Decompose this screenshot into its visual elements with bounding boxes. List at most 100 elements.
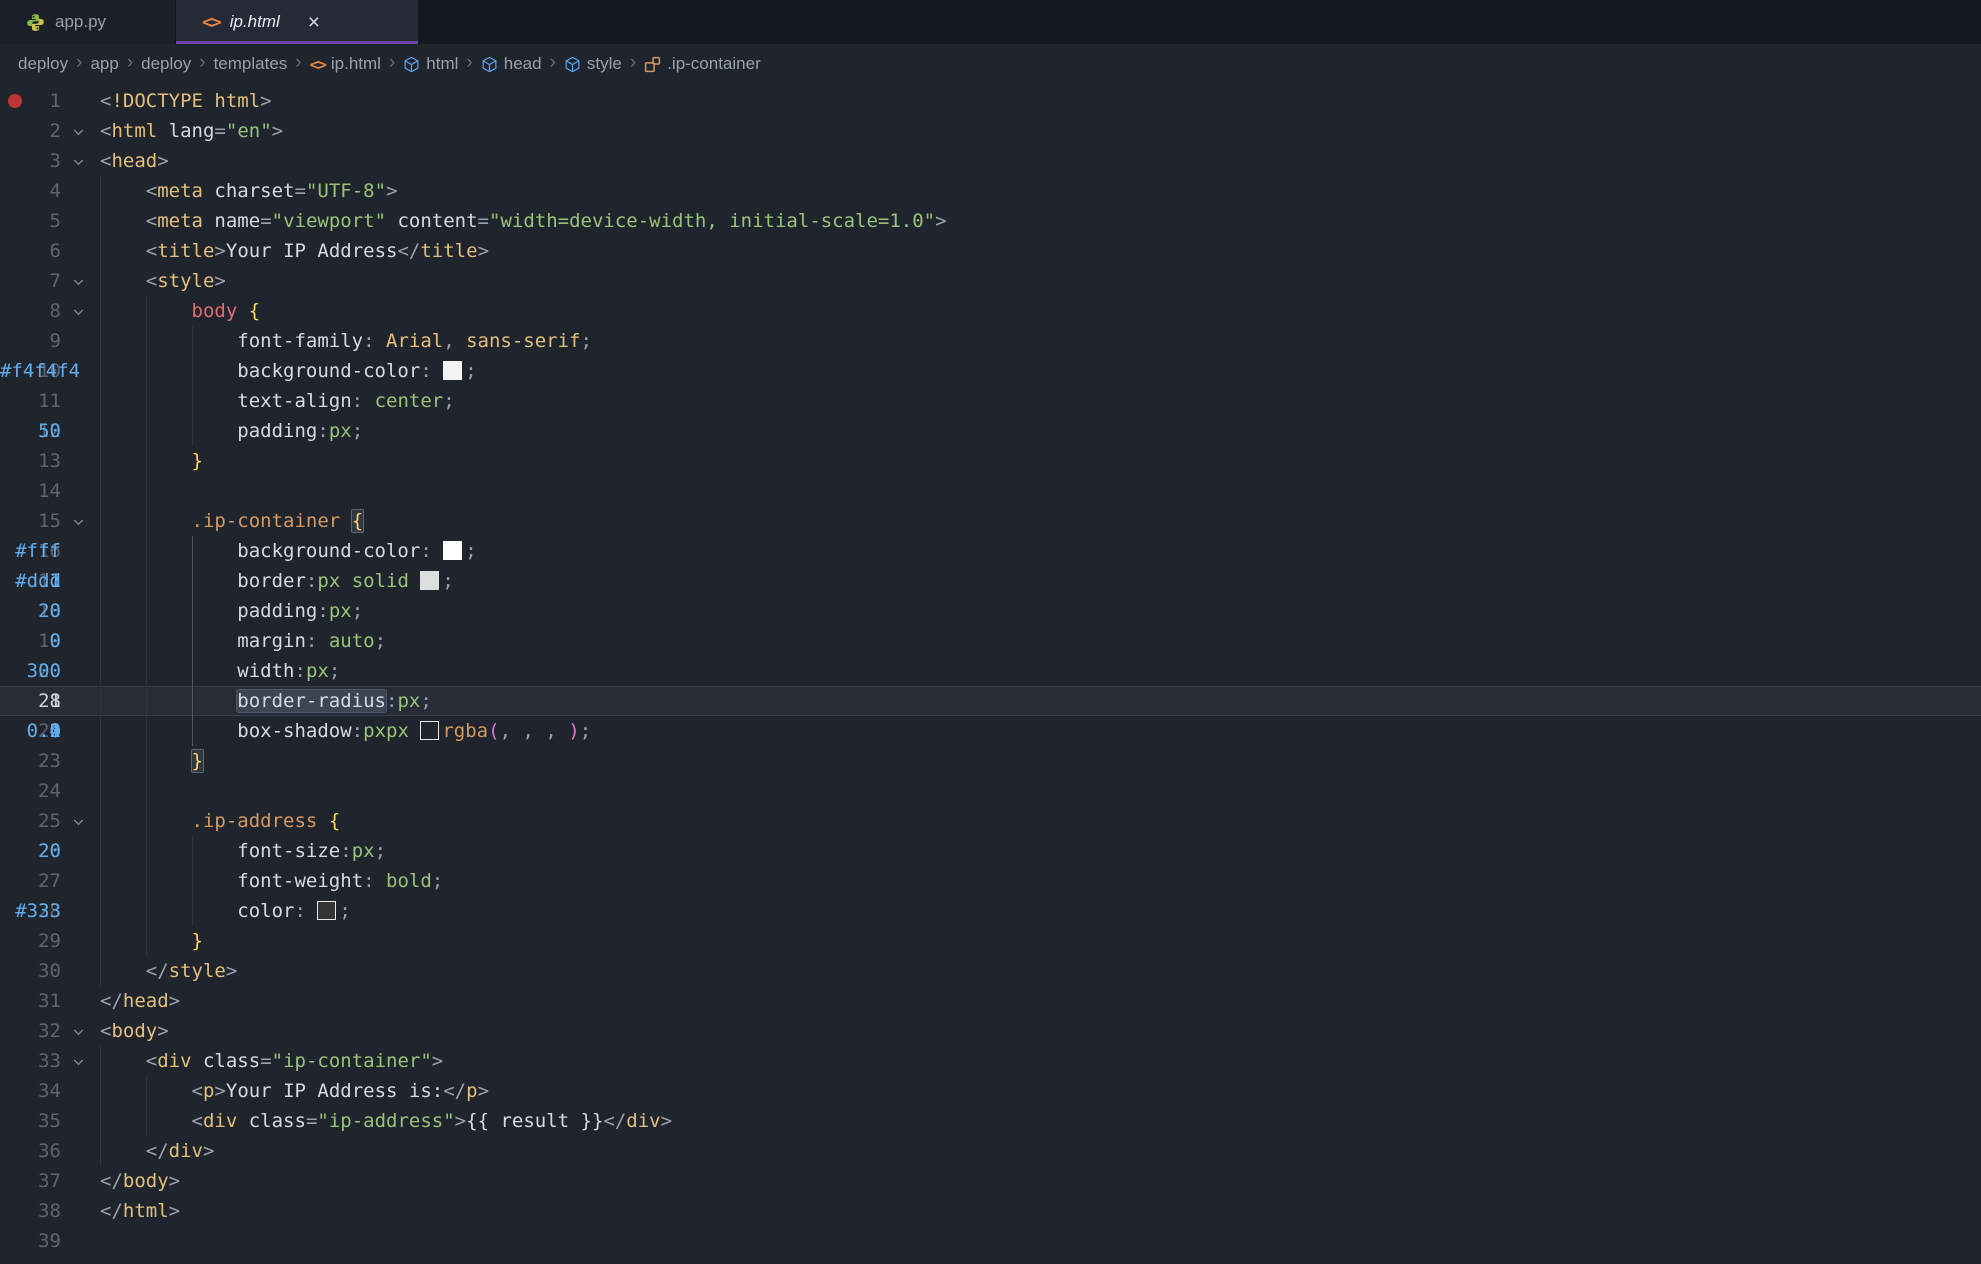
line-number[interactable]: 13 (0, 446, 61, 476)
breadcrumb-item-ip.html[interactable]: <>ip.html (308, 54, 383, 74)
line-number[interactable]: 4 (0, 176, 61, 206)
tab-app-py[interactable]: app.py (0, 0, 176, 44)
line-number[interactable]: 25 (0, 806, 61, 836)
line-number[interactable]: 29 (0, 926, 61, 956)
indent-guide (100, 1136, 101, 1166)
breadcrumb-item-style[interactable]: style (562, 54, 624, 74)
code-line-24[interactable]: 24 (0, 776, 1981, 806)
line-number[interactable]: 15 (0, 506, 61, 536)
code-line-35[interactable]: 35 <div class="ip-address">{{ result }}<… (0, 1106, 1981, 1136)
code-line-13[interactable]: 13 } (0, 446, 1981, 476)
code-line-7[interactable]: 7 <style> (0, 266, 1981, 296)
code-line-33[interactable]: 33 <div class="ip-container"> (0, 1046, 1981, 1076)
code-line-23[interactable]: 23 } (0, 746, 1981, 776)
fold-chevron-icon[interactable] (74, 156, 84, 166)
code-line-36[interactable]: 36 </div> (0, 1136, 1981, 1166)
indent-guide (146, 1106, 147, 1136)
breadcrumb-item-head[interactable]: head (479, 54, 544, 74)
code-line-22[interactable]: 22 box-shadow: 0 2px 4px rgba(0, 0, 0, 0… (0, 716, 1981, 746)
code-line-1[interactable]: 1<!DOCTYPE html> (0, 86, 1981, 116)
code-line-12[interactable]: 12 padding: 50px; (0, 416, 1981, 446)
line-number[interactable]: 9 (0, 326, 61, 356)
line-number[interactable]: 32 (0, 1016, 61, 1046)
code-line-8[interactable]: 8 body { (0, 296, 1981, 326)
color-swatch[interactable] (443, 361, 462, 380)
line-number[interactable]: 30 (0, 956, 61, 986)
fold-chevron-icon[interactable] (74, 276, 84, 286)
code-line-10[interactable]: 10 background-color: #f4f4f4; (0, 356, 1981, 386)
code-token: div (169, 1140, 203, 1162)
code-line-4[interactable]: 4 <meta charset="UTF-8"> (0, 176, 1981, 206)
breadcrumb-item-deploy[interactable]: deploy (139, 54, 193, 74)
code-line-25[interactable]: 25 .ip-address { (0, 806, 1981, 836)
line-number[interactable]: 2 (0, 116, 61, 146)
line-number[interactable]: 38 (0, 1196, 61, 1226)
fold-chevron-icon[interactable] (74, 516, 84, 526)
breadcrumb-item-deploy[interactable]: deploy (16, 54, 70, 74)
code-line-26[interactable]: 26 font-size: 20px; (0, 836, 1981, 866)
line-number[interactable]: 34 (0, 1076, 61, 1106)
code-line-9[interactable]: 9 font-family: Arial, sans-serif; (0, 326, 1981, 356)
code-token: > (260, 90, 271, 112)
color-swatch[interactable] (317, 901, 336, 920)
fold-chevron-icon[interactable] (74, 1026, 84, 1036)
code-line-3[interactable]: 3<head> (0, 146, 1981, 176)
breadcrumb-item-templates[interactable]: templates (212, 54, 290, 74)
line-number[interactable]: 37 (0, 1166, 61, 1196)
line-number[interactable]: 24 (0, 776, 61, 806)
line-number[interactable]: 35 (0, 1106, 61, 1136)
breadcrumb-item-ip-container[interactable]: .ip-container (642, 54, 763, 74)
color-swatch[interactable] (420, 571, 439, 590)
fold-chevron-icon[interactable] (74, 1056, 84, 1066)
code-line-11[interactable]: 11 text-align: center; (0, 386, 1981, 416)
line-number[interactable]: 23 (0, 746, 61, 776)
line-number[interactable]: 11 (0, 386, 61, 416)
code-line-19[interactable]: 19 margin: 0 auto; (0, 626, 1981, 656)
code-line-21[interactable]: 21 border-radius: 8px; (0, 686, 1981, 716)
line-number[interactable]: 31 (0, 986, 61, 1016)
code-line-28[interactable]: 28 color: #333; (0, 896, 1981, 926)
line-number[interactable]: 8 (0, 296, 61, 326)
code-line-20[interactable]: 20 width: 300px; (0, 656, 1981, 686)
breadcrumb-item-html[interactable]: html (401, 54, 460, 74)
fold-chevron-icon[interactable] (74, 816, 84, 826)
code-line-39[interactable]: 39 (0, 1226, 1981, 1256)
code-line-34[interactable]: 34 <p>Your IP Address is:</p> (0, 1076, 1981, 1106)
close-tab-icon[interactable]: × (308, 12, 320, 33)
code-line-14[interactable]: 14 (0, 476, 1981, 506)
line-number[interactable]: 6 (0, 236, 61, 266)
line-number[interactable]: 33 (0, 1046, 61, 1076)
line-number[interactable]: 36 (0, 1136, 61, 1166)
tab-ip-html[interactable]: <> ip.html × (176, 0, 418, 44)
code-editor[interactable]: 1<!DOCTYPE html>2<html lang="en">3<head>… (0, 84, 1981, 1264)
code-line-32[interactable]: 32<body> (0, 1016, 1981, 1046)
code-line-31[interactable]: 31</head> (0, 986, 1981, 1016)
code-line-16[interactable]: 16 background-color: #fff; (0, 536, 1981, 566)
color-swatch[interactable] (420, 721, 439, 740)
code-line-37[interactable]: 37</body> (0, 1166, 1981, 1196)
code-line-30[interactable]: 30 </style> (0, 956, 1981, 986)
code-line-6[interactable]: 6 <title>Your IP Address</title> (0, 236, 1981, 266)
code-line-5[interactable]: 5 <meta name="viewport" content="width=d… (0, 206, 1981, 236)
code-line-29[interactable]: 29 } (0, 926, 1981, 956)
code-token: < (192, 1080, 203, 1102)
line-number[interactable]: 39 (0, 1226, 61, 1256)
code-line-18[interactable]: 18 padding: 20px; (0, 596, 1981, 626)
code-line-17[interactable]: 17 border: 1px solid #ddd; (0, 566, 1981, 596)
line-number[interactable]: 7 (0, 266, 61, 296)
line-number[interactable]: 27 (0, 866, 61, 896)
line-number[interactable]: 5 (0, 206, 61, 236)
code-line-2[interactable]: 2<html lang="en"> (0, 116, 1981, 146)
breadcrumb-item-app[interactable]: app (88, 54, 120, 74)
fold-chevron-icon[interactable] (74, 126, 84, 136)
color-swatch[interactable] (443, 541, 462, 560)
breadcrumb-label: head (504, 54, 542, 74)
fold-chevron-icon[interactable] (74, 306, 84, 316)
code-line-38[interactable]: 38</html> (0, 1196, 1981, 1226)
line-number[interactable]: 1 (0, 86, 61, 116)
line-number[interactable]: 14 (0, 476, 61, 506)
line-number[interactable]: 3 (0, 146, 61, 176)
code-line-27[interactable]: 27 font-weight: bold; (0, 866, 1981, 896)
code-token: > (226, 960, 237, 982)
code-line-15[interactable]: 15 .ip-container { (0, 506, 1981, 536)
